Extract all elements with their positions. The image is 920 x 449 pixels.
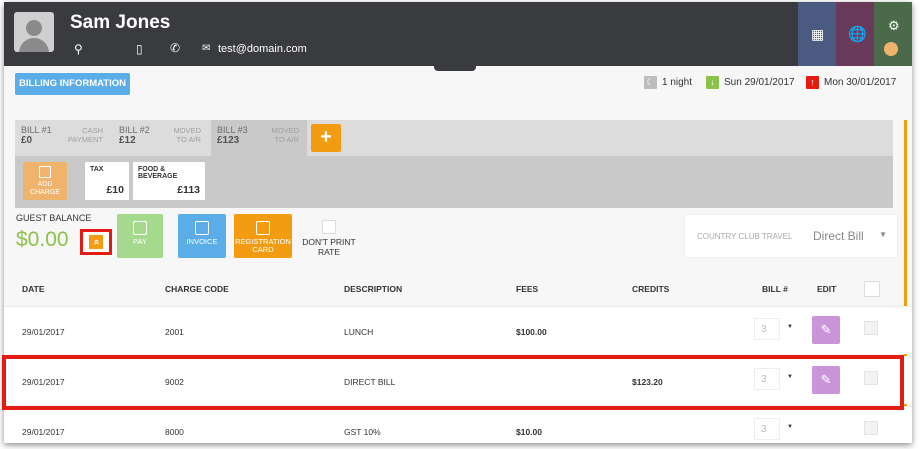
direct-bill-select[interactable]: COUNTRY CLUB TRAVEL Direct Bill ▼ <box>684 214 898 258</box>
tools-tab[interactable]: ⚙ <box>874 2 912 66</box>
row-checkbox[interactable] <box>864 421 878 435</box>
row-fees: $100.00 <box>516 327 547 337</box>
company-name: COUNTRY CLUB TRAVEL <box>697 232 793 241</box>
charges-row: ADD CHARGE TAX £10 FOOD & BEVERAGE £113 <box>15 156 893 208</box>
col-credits: CREDITS <box>632 284 670 294</box>
registration-card-button[interactable]: REGISTRATION CARD <box>234 214 292 258</box>
select-all-checkbox[interactable] <box>864 281 880 297</box>
charge-label: FOOD & BEVERAGE <box>138 166 178 180</box>
row-checkbox[interactable] <box>864 321 878 335</box>
table-row: 29/01/2017 2001 LUNCH $100.00 3 ▼ ✎ <box>4 306 912 354</box>
col-date: DATE <box>22 284 45 294</box>
phone-icon[interactable]: ✆ <box>170 41 180 55</box>
collapse-handle[interactable] <box>434 64 476 71</box>
guest-email[interactable]: test@domain.com <box>218 43 307 55</box>
col-description: DESCRIPTION <box>344 284 403 294</box>
nights-info: ☾ 1 night <box>644 76 692 89</box>
table-row: 29/01/2017 8000 GST 10% $10.00 3 ▼ <box>4 406 912 443</box>
badge-icon <box>884 42 898 56</box>
row-date: 29/01/2017 <box>22 327 65 337</box>
row-fees: $10.00 <box>516 427 542 437</box>
row-description: LUNCH <box>344 327 374 337</box>
bills-panel: BILL #1 £0 CASH PAYMENT BILL #2 £12 MOVE… <box>15 120 893 208</box>
invoice-button[interactable]: INVOICE <box>178 214 226 258</box>
globe-tab[interactable]: 🌐 <box>836 2 874 66</box>
globe-icon: 🌐 <box>848 26 867 43</box>
departure-info: ↑ Mon 30/01/2017 <box>806 76 896 89</box>
row-description: GST 10% <box>344 427 381 437</box>
pay-button[interactable]: PAY <box>117 214 163 258</box>
chevrons-up-icon: « <box>89 235 103 249</box>
caret-down-icon: ▼ <box>787 424 793 430</box>
guest-header: Sam Jones ⚲ ▯ ✆ ✉ test@domain.com ▦ 🌐 ⚙ <box>4 2 912 66</box>
bill-status: MOVED TO A/R <box>173 126 201 144</box>
guest-balance-label: GUEST BALANCE <box>16 213 92 223</box>
guest-name: Sam Jones <box>70 12 171 33</box>
room-icon: ▦ <box>811 26 825 42</box>
arrival-info: ↓ Sun 29/01/2017 <box>706 76 795 89</box>
charge-label: TAX <box>90 166 104 173</box>
charge-value: £113 <box>177 184 200 196</box>
tab-bill-1[interactable]: BILL #1 £0 CASH PAYMENT <box>15 120 111 156</box>
location-icon[interactable]: ⚲ <box>74 42 83 56</box>
charge-card-food[interactable]: FOOD & BEVERAGE £113 <box>133 162 205 200</box>
moon-icon: ☾ <box>644 76 657 89</box>
table-header: DATE CHARGE CODE DESCRIPTION FEES CREDIT… <box>4 272 912 304</box>
document-icon <box>195 221 209 235</box>
tab-bill-3[interactable]: BILL #3 £123 MOVED TO A/R <box>211 120 307 156</box>
bill-status: CASH PAYMENT <box>67 126 103 144</box>
departure-icon: ↑ <box>806 76 819 89</box>
add-charge-button[interactable]: ADD CHARGE <box>23 162 67 200</box>
room-tab[interactable]: ▦ <box>798 2 836 66</box>
dont-print-rate-checkbox[interactable] <box>322 220 336 234</box>
row-date: 29/01/2017 <box>22 427 65 437</box>
add-charge-label: ADD CHARGE <box>30 181 60 196</box>
avatar <box>14 12 54 52</box>
invoice-label: INVOICE <box>186 237 218 246</box>
wallet-icon <box>133 221 147 235</box>
pencil-icon: ✎ <box>820 322 832 337</box>
bill-number-select[interactable]: 3 <box>754 418 780 440</box>
col-fees: FEES <box>516 284 539 294</box>
card-icon <box>256 221 270 235</box>
registration-label: REGISTRATION CARD <box>235 237 291 254</box>
pay-label: PAY <box>133 237 147 246</box>
tools-icon: ⚙ <box>888 18 900 33</box>
arrival-date: Sun 29/01/2017 <box>724 77 795 88</box>
departure-date: Mon 30/01/2017 <box>824 77 897 88</box>
edit-button[interactable]: ✎ <box>812 316 840 344</box>
bill-number-select[interactable]: 3 <box>754 318 780 340</box>
mobile-icon[interactable]: ▯ <box>136 42 143 56</box>
charge-value: £10 <box>106 184 124 196</box>
caret-down-icon: ▼ <box>787 324 793 330</box>
expand-balance-button[interactable]: « <box>80 229 112 255</box>
row-code: 2001 <box>165 327 184 337</box>
nights-count: 1 night <box>662 77 693 88</box>
chevron-down-icon: ▼ <box>879 230 887 239</box>
dont-print-rate-label: DON'T PRINT RATE <box>302 237 356 257</box>
col-charge-code: CHARGE CODE <box>165 284 229 294</box>
charge-card-tax[interactable]: TAX £10 <box>85 162 129 200</box>
guest-balance-amount: $0.00 <box>16 228 69 251</box>
tab-bill-2[interactable]: BILL #2 £12 MOVED TO A/R <box>113 120 209 156</box>
payment-type: Direct Bill <box>813 229 864 243</box>
email-icon: ✉ <box>202 43 211 54</box>
calculator-icon <box>39 166 51 178</box>
add-bill-button[interactable]: + <box>311 124 341 152</box>
highlight-box <box>2 355 904 410</box>
col-bill: BILL # <box>762 284 788 294</box>
row-code: 8000 <box>165 427 184 437</box>
billing-information-button[interactable]: BILLING INFORMATION <box>15 73 130 95</box>
bill-status: MOVED TO A/R <box>271 126 299 144</box>
arrival-icon: ↓ <box>706 76 719 89</box>
col-edit: EDIT <box>817 284 837 294</box>
